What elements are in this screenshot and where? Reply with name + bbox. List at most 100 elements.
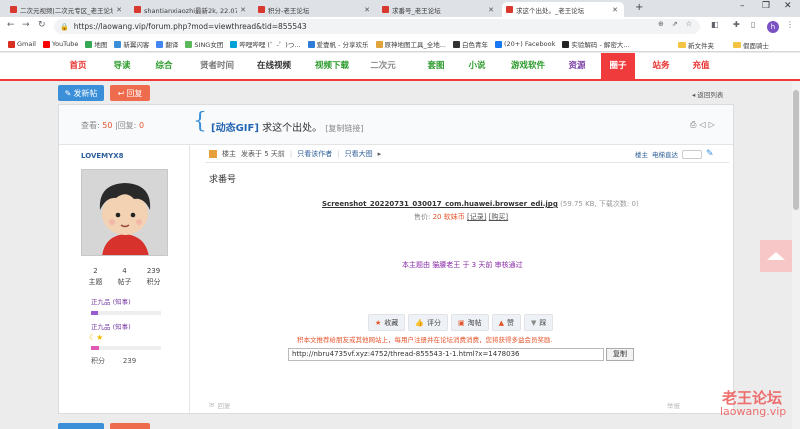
record-link[interactable]: [记录] — [467, 213, 486, 221]
window-close-icon[interactable]: ✕ — [784, 1, 792, 11]
nav-item[interactable]: 在线视频 — [248, 53, 300, 79]
zoom-icon[interactable]: ⊕ — [658, 20, 664, 28]
browser-tab[interactable]: 求番号_老王论坛 ✕ — [378, 2, 500, 17]
go-icon[interactable]: ✎ — [706, 149, 714, 159]
nav-item[interactable]: 小说 — [459, 53, 495, 79]
bookmark-item[interactable]: Gmail — [8, 40, 36, 48]
scrollbar-thumb[interactable] — [793, 90, 799, 210]
copy-button[interactable]: 复制 — [606, 348, 634, 361]
like-button[interactable]: ▲ 赞 — [491, 314, 522, 331]
triangle-right-icon: ▸ — [377, 150, 382, 158]
favorite-button[interactable]: ★ 收藏 — [368, 314, 406, 331]
buy-link[interactable]: [购买] — [489, 213, 508, 221]
close-icon[interactable]: ✕ — [612, 6, 618, 14]
nav-item[interactable]: 综合 — [146, 53, 182, 79]
nav-item[interactable]: 二次元 — [365, 53, 401, 79]
print-icon[interactable]: ⎙ — [690, 120, 696, 130]
extension-icon[interactable]: ◧ — [711, 20, 719, 29]
attachment-price: 售价: 20 软妹币 [记录] [购买] — [414, 213, 509, 221]
bookmark-item[interactable]: YouTube — [42, 40, 78, 48]
bookmark-star-icon[interactable]: ☆ — [686, 20, 692, 28]
menu-icon[interactable]: ⋮ — [786, 20, 794, 29]
sidepanel-icon[interactable]: ▯ — [751, 20, 755, 29]
bookmark-folder[interactable]: 新文件夹 — [678, 37, 714, 52]
bookmark-item[interactable]: SING女团 — [185, 39, 223, 49]
minimize-icon[interactable]: – — [740, 1, 745, 11]
nav-item[interactable]: 导读 — [104, 53, 140, 79]
reply-button-bottom[interactable] — [110, 423, 150, 429]
nav-item[interactable]: 圈子 — [601, 53, 635, 79]
nav-item[interactable]: 站务 — [643, 53, 679, 79]
nav-item[interactable]: 充值 — [683, 53, 719, 79]
reply-button[interactable]: ↩ 回复 — [110, 85, 150, 101]
maximize-icon[interactable]: ❐ — [762, 1, 770, 11]
collect-button[interactable]: ▣ 淘帖 — [451, 314, 489, 331]
bookmark-folder[interactable]: 假面骑士 — [733, 37, 769, 52]
user-points: 积分 239 — [91, 357, 137, 365]
bookmark-item[interactable]: 地图 — [85, 39, 107, 49]
avatar[interactable] — [81, 169, 168, 256]
browser-tab-active[interactable]: 求这个出处。_老王论坛 ✕ — [502, 2, 624, 17]
copy-link[interactable]: [复制链接] — [325, 124, 363, 133]
thread-tag[interactable]: [动态GIF] — [211, 123, 259, 134]
bookmark-item[interactable]: 原神地图工具_全地... — [375, 39, 446, 49]
address-bar[interactable]: 🔒 https://laowang.vip/forum.php?mod=view… — [54, 19, 700, 34]
reload-icon[interactable]: ↻ — [38, 20, 46, 30]
user-rank[interactable]: 正九品 (知事) — [91, 296, 131, 306]
back-to-list-link[interactable]: ◂ 返回列表 — [692, 89, 723, 99]
back-icon[interactable]: ← — [7, 20, 15, 30]
attachment-link[interactable]: Screenshot_20220731_030017_com.huawei.br… — [322, 200, 558, 208]
bookmark-item[interactable]: 白色青年 — [452, 39, 488, 49]
new-tab-button[interactable]: + — [635, 2, 643, 13]
floor-jump-input[interactable] — [682, 149, 702, 159]
share-icon[interactable]: ⇗ — [672, 20, 678, 28]
nav-item[interactable]: 首页 — [60, 53, 96, 79]
report-link[interactable]: 举报 — [667, 400, 680, 410]
share-url-input[interactable]: http://nbru4735vf.xyz:4752/thread-855543… — [288, 348, 604, 361]
new-post-button-bottom[interactable] — [58, 423, 104, 429]
puzzle-icon[interactable]: ✚ — [733, 20, 740, 29]
bookmark-item[interactable]: 实验解码 - 解密大... — [562, 39, 630, 49]
dislike-button[interactable]: ▼ 踩 — [524, 314, 554, 331]
user-stat-topics[interactable]: 2 主题 — [89, 266, 103, 288]
nav-item[interactable]: 游戏软件 — [500, 53, 556, 79]
share-notice: 积本文推荐给朋友或其他网站上，每用户注册并在论坛消费消费，您将获得多益会员奖励. — [297, 336, 553, 344]
browser-tab[interactable]: 积分-老王论坛 ✕ — [254, 2, 376, 17]
new-post-button[interactable]: ✎ 发新帖 — [58, 85, 104, 101]
nav-item[interactable]: 视频下载 — [306, 53, 358, 79]
user-stat-points[interactable]: 239 积分 — [147, 266, 161, 288]
bookmark-item[interactable]: 哔哩哔哩 (゜-゜)つ... — [230, 39, 301, 49]
back-to-top-button[interactable] — [760, 240, 792, 272]
bookmark-item[interactable]: 翻译 — [156, 39, 178, 49]
only-author-link[interactable]: 只看该作者 — [297, 149, 332, 159]
author-icon — [209, 150, 217, 158]
nav-item[interactable]: 套图 — [418, 53, 454, 79]
user-stat-posts[interactable]: 4 帖子 — [118, 266, 132, 288]
brace-decoration: { — [193, 109, 207, 134]
browser-tab[interactable]: 二次元视频|二次元专区_老王论坛 ✕ — [6, 2, 128, 17]
divider — [205, 162, 729, 163]
user-rank-secondary[interactable]: 正九品 (知事) — [91, 321, 131, 331]
rate-button[interactable]: 👍 评分 — [408, 314, 448, 331]
folder-icon — [678, 41, 686, 48]
close-icon[interactable]: ✕ — [364, 6, 370, 14]
only-big-image-link[interactable]: 只看大图 — [345, 149, 373, 159]
close-icon[interactable]: ✕ — [488, 6, 494, 14]
bookmark-item[interactable]: 爱壹帆 - 分享欢乐 — [307, 39, 369, 49]
up-arrow-icon: ▲ — [498, 318, 505, 327]
close-icon[interactable]: ✕ — [116, 6, 122, 14]
reply-link[interactable]: ✉ 回复 — [209, 400, 230, 410]
rank-bar — [91, 311, 161, 315]
nav-item[interactable]: 贤者时间 — [194, 53, 240, 79]
profile-avatar[interactable]: h — [767, 21, 779, 33]
prev-thread-icon[interactable]: ◁ — [699, 120, 705, 130]
nav-item[interactable]: 资源 — [559, 53, 595, 79]
bookmark-item[interactable]: 新翼闪客 — [114, 39, 149, 49]
close-icon[interactable]: ✕ — [240, 6, 246, 14]
next-thread-icon[interactable]: ▷ — [709, 120, 715, 130]
bookmark-favicon-icon — [230, 40, 238, 48]
forward-icon[interactable]: → — [22, 20, 30, 30]
browser-tab[interactable]: shantianxiaozhi最新2k, 22.07 ✕ — [130, 2, 252, 17]
user-name[interactable]: LOVEMYX8 — [81, 152, 123, 160]
bookmark-item[interactable]: (20+) Facebook — [494, 40, 555, 48]
